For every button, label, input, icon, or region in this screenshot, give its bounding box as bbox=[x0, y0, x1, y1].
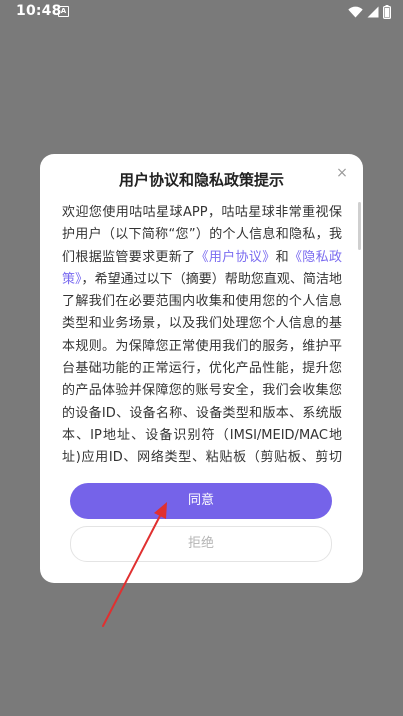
battery-icon bbox=[383, 5, 391, 19]
status-bar: 10:48 A bbox=[0, 0, 403, 24]
status-time: 10:48 bbox=[16, 3, 62, 19]
scrollbar-thumb[interactable] bbox=[358, 202, 361, 250]
dialog-title: 用户协议和隐私政策提示 bbox=[118, 171, 284, 189]
signal-icon bbox=[367, 6, 379, 18]
body-collection-text: 为保障您正常使用我们的服务，维护平台基础功能的正常运行，优化产品性能，提升您的产… bbox=[62, 338, 342, 464]
agree-button[interactable]: 同意 bbox=[70, 483, 332, 519]
privacy-dialog: 用户协议和隐私政策提示 × 欢迎您使用咕咕星球APP，咕咕星球非常重视保护用户（… bbox=[40, 154, 363, 583]
close-icon[interactable]: × bbox=[335, 166, 349, 180]
status-indicators bbox=[348, 4, 391, 20]
body-conj-text: 和 bbox=[275, 249, 289, 265]
wifi-icon bbox=[348, 6, 363, 18]
notification-a-icon: A bbox=[58, 6, 69, 17]
reject-button[interactable]: 拒绝 bbox=[70, 526, 332, 562]
user-agreement-link[interactable]: 《用户协议》 bbox=[195, 250, 275, 265]
dialog-body[interactable]: 欢迎您使用咕咕星球APP，咕咕星球非常重视保护用户（以下简称“您”）的个人信息和… bbox=[62, 202, 342, 464]
